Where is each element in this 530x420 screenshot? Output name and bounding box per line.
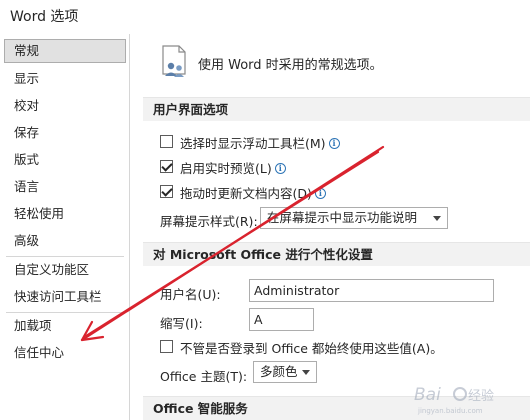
- update-while-dragging-option: 拖动时更新文档内容(D) i: [180, 183, 326, 202]
- sidebar-item-display[interactable]: 显示: [4, 67, 126, 91]
- sidebar-item-language[interactable]: 语言: [4, 175, 126, 199]
- sidebar-item-quick-access-toolbar[interactable]: 快速访问工具栏: [4, 285, 126, 309]
- general-options-icon: [162, 45, 186, 77]
- update-while-dragging-label: 拖动时更新文档内容(D): [180, 186, 312, 201]
- initials-label: 缩写(I):: [160, 316, 203, 331]
- office-theme-label: Office 主题(T):: [160, 369, 248, 384]
- sidebar-divider: [6, 312, 124, 313]
- info-icon[interactable]: i: [328, 138, 340, 149]
- floating-toolbar-checkbox[interactable]: [160, 135, 173, 148]
- sidebar-item-proofing[interactable]: 校对: [4, 94, 126, 118]
- live-preview-checkbox[interactable]: [160, 160, 173, 173]
- sidebar-item-trust-center[interactable]: 信任中心: [4, 341, 126, 365]
- update-while-dragging-checkbox[interactable]: [160, 185, 173, 198]
- live-preview-option: 启用实时预览(L) i: [180, 158, 286, 177]
- sidebar-item-customize-ribbon[interactable]: 自定义功能区: [4, 258, 126, 282]
- username-field[interactable]: Administrator: [249, 279, 494, 302]
- sidebar-item-add-ins[interactable]: 加载项: [4, 314, 126, 338]
- svg-text:Bai: Bai: [414, 385, 441, 405]
- username-label: 用户名(U):: [160, 287, 221, 302]
- window-title: Word 选项: [10, 9, 79, 25]
- options-sidebar: 常规 显示 校对 保存 版式 语言 轻松使用 高级 自定义功能区 快速访问工具栏…: [0, 34, 130, 420]
- chevron-down-icon: [302, 370, 310, 375]
- office-theme-value: 多颜色: [260, 364, 298, 379]
- section-personalize: 对 Microsoft Office 进行个性化设置: [143, 242, 530, 266]
- initials-field[interactable]: A: [249, 308, 314, 331]
- screentip-style-value: 在屏幕提示中显示功能说明: [267, 210, 418, 225]
- title-bar: Word 选项: [0, 0, 530, 34]
- baidu-jingyan-watermark: Bai 经验 jingyan.baidu.com: [414, 385, 494, 415]
- chevron-down-icon: [433, 216, 441, 221]
- info-icon[interactable]: i: [314, 188, 326, 199]
- floating-toolbar-label: 选择时显示浮动工具栏(M): [180, 136, 326, 151]
- page-header: 使用 Word 时采用的常规选项。: [198, 58, 383, 73]
- live-preview-label: 启用实时预览(L): [180, 161, 272, 176]
- office-theme-dropdown[interactable]: 多颜色: [253, 361, 317, 383]
- sidebar-item-layout[interactable]: 版式: [4, 148, 126, 172]
- floating-toolbar-option: 选择时显示浮动工具栏(M) i: [180, 133, 340, 152]
- sidebar-item-accessibility[interactable]: 轻松使用: [4, 202, 126, 226]
- always-use-values-label: 不管是否登录到 Office 都始终使用这些值(A)。: [180, 341, 443, 356]
- sidebar-item-general[interactable]: 常规: [4, 39, 126, 63]
- always-use-values-checkbox[interactable]: [160, 340, 173, 353]
- sidebar-divider: [6, 256, 124, 257]
- svg-text:jingyan.baidu.com: jingyan.baidu.com: [417, 407, 483, 415]
- section-ui-options: 用户界面选项: [143, 97, 530, 121]
- general-options-panel: 使用 Word 时采用的常规选项。 用户界面选项 选择时显示浮动工具栏(M) i …: [131, 34, 530, 420]
- svg-text:经验: 经验: [468, 388, 494, 404]
- sidebar-item-advanced[interactable]: 高级: [4, 229, 126, 253]
- screentip-style-label: 屏幕提示样式(R):: [160, 214, 258, 229]
- screentip-style-dropdown[interactable]: 在屏幕提示中显示功能说明: [260, 207, 448, 229]
- sidebar-item-save[interactable]: 保存: [4, 121, 126, 145]
- info-icon[interactable]: i: [274, 163, 286, 174]
